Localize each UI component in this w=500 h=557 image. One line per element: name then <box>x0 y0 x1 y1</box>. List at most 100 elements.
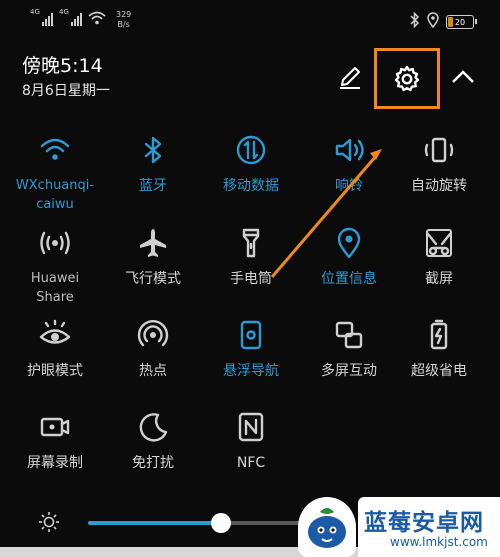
tile-label: 悬浮导航 <box>223 363 279 379</box>
screen-record-icon <box>40 417 70 437</box>
tile-label: 响铃 <box>335 178 363 194</box>
tile-label: 自动旋转 <box>411 178 467 194</box>
net-speed-value: 329 <box>116 10 132 19</box>
tile-eye[interactable]: 护眼模式 <box>7 318 103 381</box>
tile-screen-record[interactable]: 屏幕录制 <box>7 410 103 473</box>
tile-multi-screen[interactable]: 多屏互动 <box>301 318 397 381</box>
signal-label: 4G <box>30 8 40 16</box>
tile-icon <box>136 226 170 260</box>
sun-icon <box>39 512 59 532</box>
collapse-button[interactable] <box>446 60 480 94</box>
tile-label: 超级省电 <box>411 363 467 379</box>
tile-icon <box>38 318 72 352</box>
do-not-disturb-icon <box>139 413 168 442</box>
hotspot-icon <box>137 320 169 347</box>
tile-icon <box>422 226 456 260</box>
nfc-icon <box>238 412 264 442</box>
tile-label: 屏幕录制 <box>27 455 83 471</box>
status-bar: 4G 4G 329 B/s 20 <box>0 0 500 40</box>
tile-icon <box>136 410 170 444</box>
tile-icon <box>332 133 366 167</box>
pencil-icon <box>340 67 360 89</box>
net-speed: 329 B/s <box>116 10 131 30</box>
power-saving-icon <box>430 319 448 350</box>
brightness-thumb[interactable] <box>211 513 232 533</box>
tile-label: 飞行模式 <box>125 271 181 287</box>
rotate-icon <box>424 137 454 163</box>
settings-button[interactable] <box>374 48 440 109</box>
tile-icon <box>332 226 366 260</box>
tile-label: WXchuanqi-caiwu <box>15 178 95 212</box>
clock-time: 傍晚5:14 <box>22 55 103 77</box>
tile-label: 免打扰 <box>132 455 174 471</box>
edit-button[interactable] <box>333 60 367 94</box>
status-left: 4G 4G 329 B/s <box>30 8 131 30</box>
tile-label: 护眼模式 <box>27 363 83 379</box>
tile-icon <box>38 133 72 167</box>
tile-volume[interactable]: 响铃 <box>301 133 397 196</box>
tile-label: Huawei Share <box>30 271 80 305</box>
tile-hotspot[interactable]: 热点 <box>105 318 201 381</box>
tile-icon <box>136 318 170 352</box>
brightness-fill <box>88 521 222 525</box>
chevron-up-icon <box>452 70 474 83</box>
battery-percent: 20 <box>454 17 466 27</box>
bluetooth-icon <box>144 136 162 164</box>
tile-icon <box>422 318 456 352</box>
tile-icon <box>136 133 170 167</box>
wifi-status-icon <box>88 10 106 29</box>
tile-airplane[interactable]: 飞行模式 <box>105 226 201 289</box>
signal-label: 4G <box>59 8 69 16</box>
tile-label: 移动数据 <box>223 178 279 194</box>
huawei-share-icon <box>40 231 70 255</box>
tile-nfc[interactable]: NFC <box>203 410 299 473</box>
tile-icon <box>234 133 268 167</box>
signal-icon: 4G <box>59 8 82 26</box>
clock-date: 8月6日星期一 <box>22 83 110 99</box>
tile-label: 截屏 <box>425 271 453 287</box>
tile-label: 多屏互动 <box>321 363 377 379</box>
multi-screen-icon <box>335 321 363 349</box>
watermark: 蓝莓安卓网 www.lmkjst.com <box>298 497 500 557</box>
tile-bluetooth[interactable]: 蓝牙 <box>105 133 201 196</box>
tile-rotate[interactable]: 自动旋转 <box>391 133 487 196</box>
tile-label: NFC <box>236 455 266 471</box>
tile-label: 位置信息 <box>321 271 377 287</box>
tile-mobile-data[interactable]: 移动数据 <box>203 133 299 196</box>
tile-icon <box>38 226 72 260</box>
battery-icon: 20 <box>446 15 477 29</box>
net-speed-unit: B/s <box>117 20 130 29</box>
tile-icon <box>234 226 268 260</box>
tile-icon <box>234 410 268 444</box>
tile-power-saving[interactable]: 超级省电 <box>391 318 487 381</box>
brightness-slider[interactable] <box>88 521 318 525</box>
blueberry-logo-icon <box>298 497 356 557</box>
tile-icon <box>234 318 268 352</box>
tile-label: 热点 <box>139 363 167 379</box>
tile-flashlight[interactable]: 手电筒 <box>203 226 299 289</box>
tile-huawei-share[interactable]: Huawei Share <box>7 226 103 307</box>
location-icon <box>427 12 439 32</box>
tile-floating-nav[interactable]: 悬浮导航 <box>203 318 299 381</box>
watermark-url: www.lmkjst.com <box>390 535 488 549</box>
tile-screenshot[interactable]: 截屏 <box>391 226 487 289</box>
location-icon <box>337 227 361 259</box>
eye-icon <box>39 319 71 344</box>
gear-icon <box>394 65 420 91</box>
tile-icon <box>422 133 456 167</box>
tile-label: 手电筒 <box>230 271 272 287</box>
tile-location[interactable]: 位置信息 <box>301 226 397 289</box>
tile-icon <box>38 410 72 444</box>
watermark-brand: 蓝莓安卓网 <box>364 510 484 536</box>
wifi-icon <box>40 138 70 160</box>
airplane-icon <box>140 229 166 257</box>
floating-nav-icon <box>240 320 262 350</box>
flashlight-icon <box>242 228 260 258</box>
tile-wifi[interactable]: WXchuanqi-caiwu <box>7 133 103 214</box>
battery-fill <box>448 17 453 27</box>
tile-do-not-disturb[interactable]: 免打扰 <box>105 410 201 473</box>
tile-icon <box>332 318 366 352</box>
signal-icon: 4G <box>30 8 53 26</box>
mobile-data-icon <box>236 135 266 165</box>
bluetooth-icon <box>410 11 420 32</box>
